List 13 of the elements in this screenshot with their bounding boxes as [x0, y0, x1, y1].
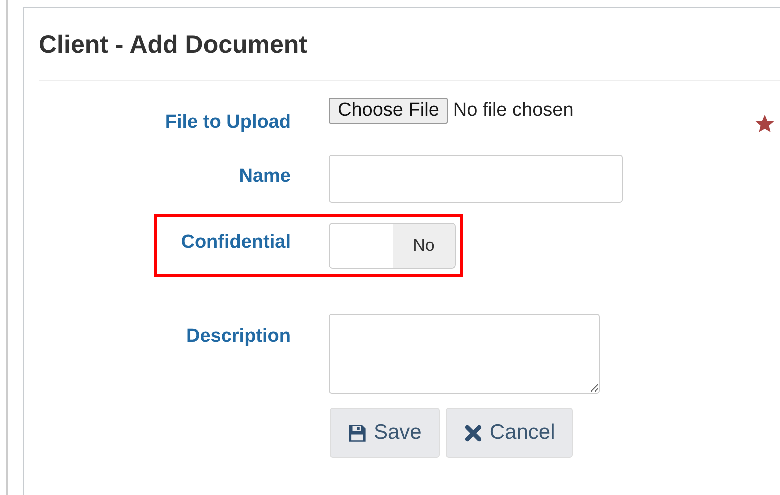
close-icon [464, 424, 483, 442]
cancel-button[interactable]: Cancel [446, 408, 574, 458]
choose-file-button[interactable]: Choose File [329, 98, 448, 124]
field-label: Confidential [180, 231, 291, 254]
field-label: Description [185, 325, 291, 348]
field-label: Name [238, 165, 291, 188]
toggle-switch[interactable]: No [329, 223, 456, 269]
name-field[interactable] [329, 155, 623, 203]
save-button[interactable]: Save [330, 408, 440, 458]
file-status: No file chosen [453, 100, 574, 121]
description-field[interactable] [329, 314, 600, 394]
field-label: File to Upload [164, 111, 291, 134]
panel-title: Client - Add Document [39, 30, 309, 59]
